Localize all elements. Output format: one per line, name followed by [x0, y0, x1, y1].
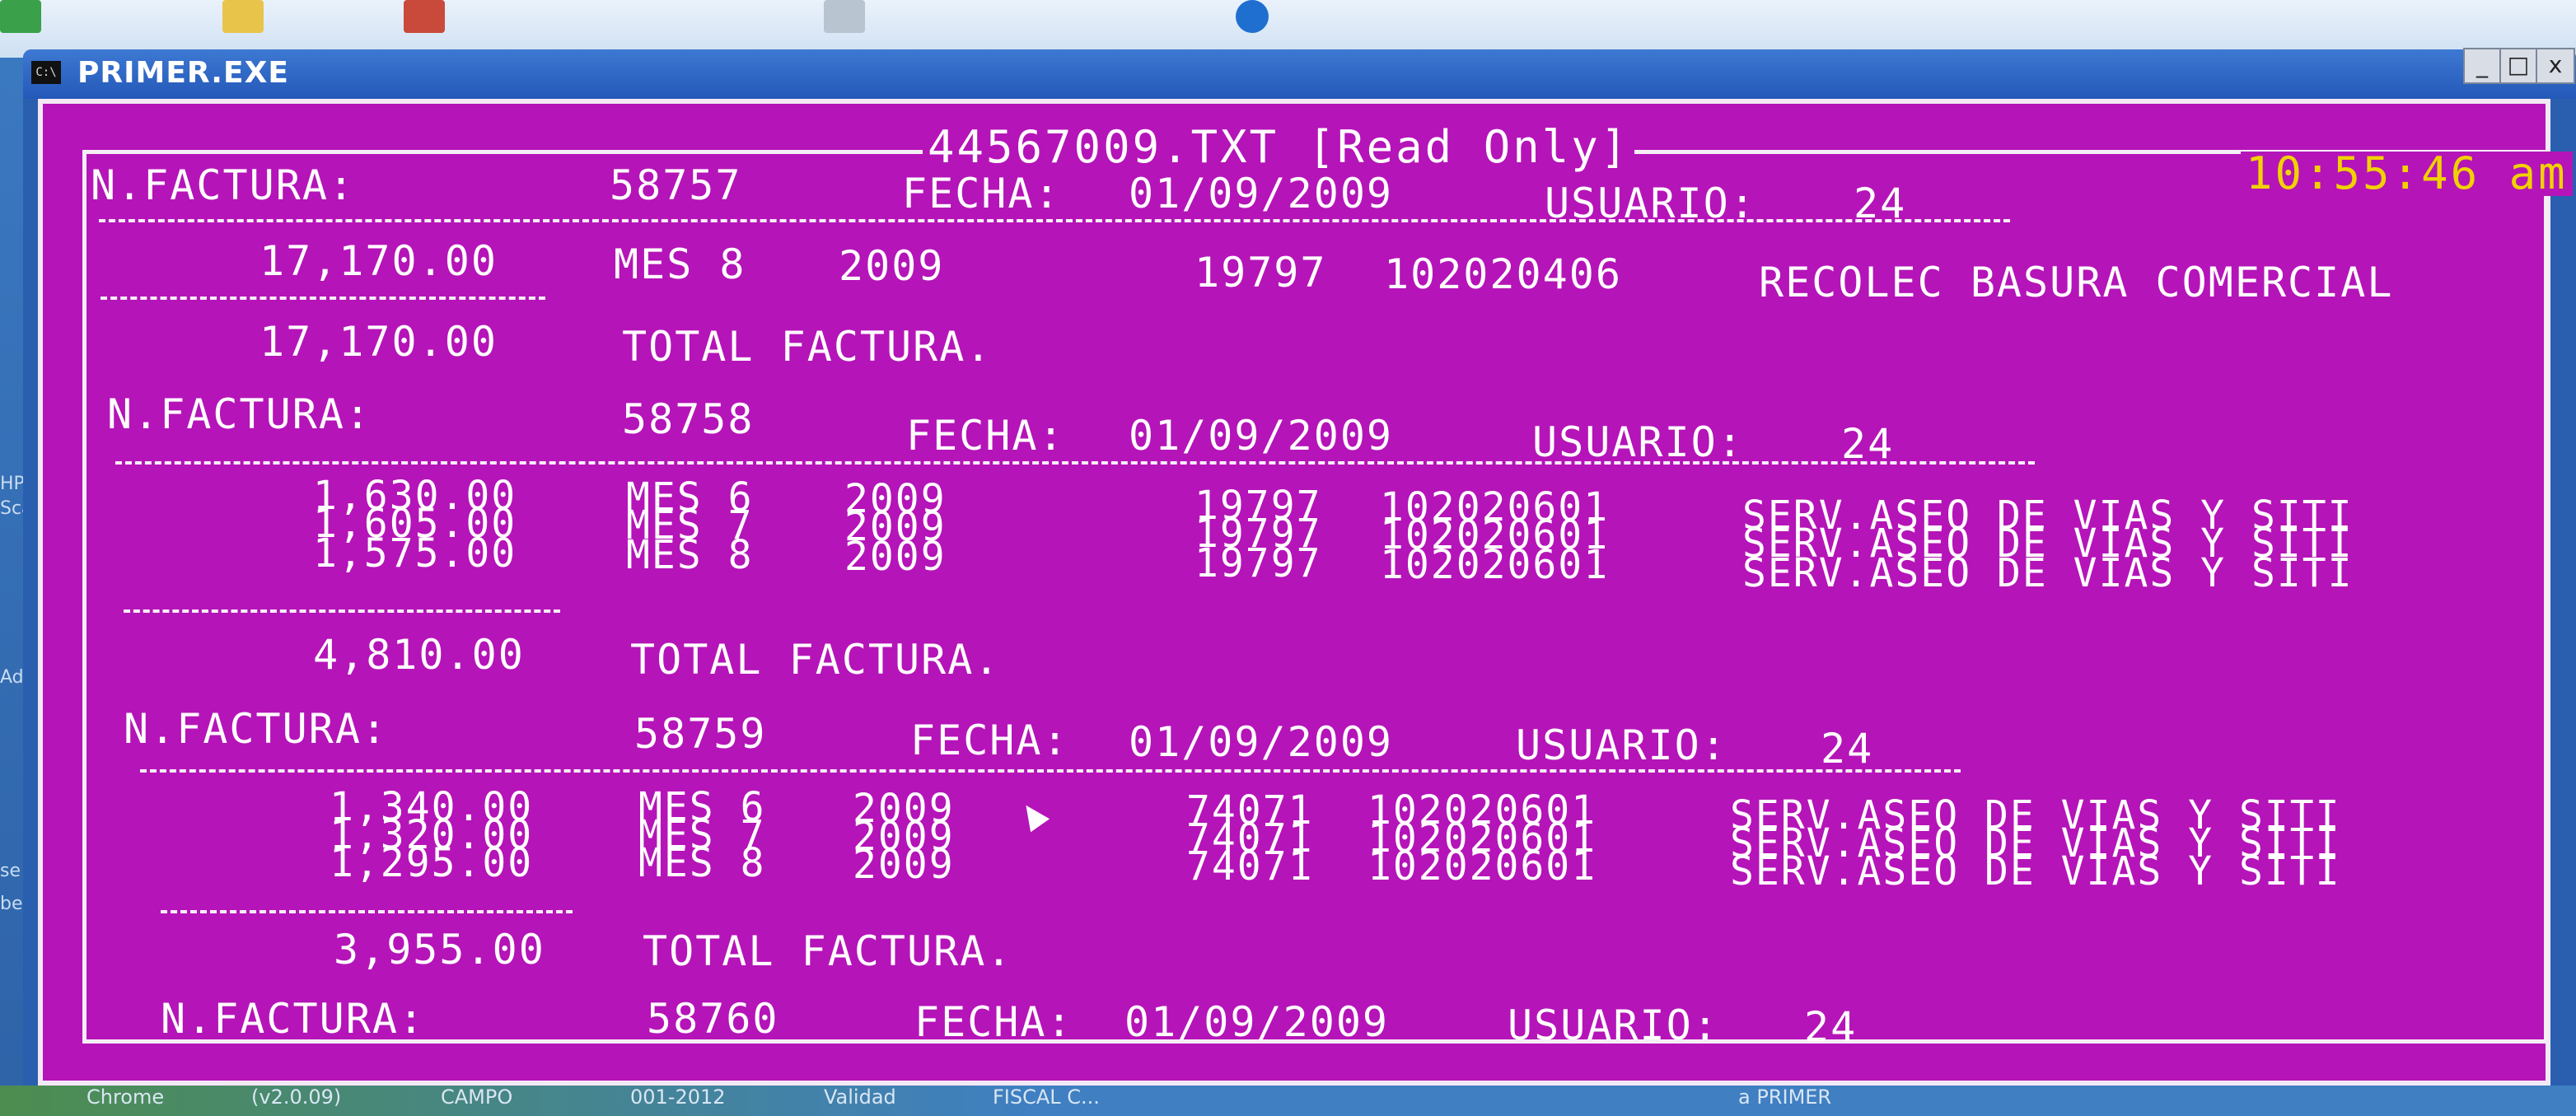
document-icon[interactable]: [824, 0, 865, 33]
teamviewer-icon[interactable]: [1236, 0, 1269, 33]
line-account: 102020601: [1380, 542, 1610, 588]
invoice-label: N.FACTURA:: [91, 161, 356, 209]
frame-left-border: [82, 150, 86, 1039]
invoice-total: 3,955.00: [334, 926, 545, 974]
user-id: 24: [1804, 1003, 1858, 1051]
line-month: MES 8: [626, 532, 754, 578]
minimize-button[interactable]: _: [2463, 48, 2501, 84]
line-description: SERV.ASEO DE VIAS Y SITI: [1730, 848, 2341, 894]
separator: [161, 910, 573, 913]
line-amount: 17,170.00: [259, 237, 498, 285]
date-label: FECHA:: [902, 170, 1061, 217]
window-titlebar[interactable]: C:\ PRIMER.EXE: [23, 49, 2576, 99]
console-app-icon: C:\: [31, 61, 61, 84]
invoice-number: 58758: [622, 395, 755, 443]
user-label: USUARIO:: [1545, 180, 1756, 227]
separator: [140, 769, 1961, 773]
user-id: 24: [1821, 725, 1874, 773]
taskbar-item[interactable]: CAMPO: [441, 1086, 512, 1109]
invoice-number: 58757: [610, 161, 742, 209]
desktop-label: se: [0, 861, 21, 881]
window-title: PRIMER.EXE: [77, 56, 289, 90]
frame-right-border: [2544, 150, 2548, 1039]
line-amount: 1,575.00: [313, 530, 517, 577]
invoice-date: 01/09/2009: [1129, 412, 1394, 460]
taskbar: [0, 1086, 2576, 1116]
separator: [99, 219, 2010, 222]
file-title: 44567009.TXT [Read Only]: [923, 125, 1635, 170]
taskbar-item[interactable]: Validad: [824, 1086, 896, 1109]
date-label: FECHA:: [910, 717, 1069, 764]
total-label: TOTAL FACTURA.: [643, 927, 1013, 975]
line-year: 2009: [844, 534, 947, 580]
line-account: 102020406: [1384, 250, 1622, 298]
taskbar-item[interactable]: (v2.0.09): [251, 1086, 341, 1109]
user-label: USUARIO:: [1508, 1002, 1719, 1049]
invoice-label: N.FACTURA:: [107, 390, 372, 438]
date-label: FECHA:: [906, 412, 1065, 460]
close-button[interactable]: x: [2536, 48, 2575, 84]
invoice-date: 01/09/2009: [1129, 718, 1394, 766]
line-year: 2009: [839, 242, 945, 290]
total-label: TOTAL FACTURA.: [622, 323, 993, 371]
taskbar-item[interactable]: FISCAL C...: [993, 1086, 1100, 1109]
line-account: 102020601: [1367, 843, 1597, 890]
desktop-shortcut-icon[interactable]: [0, 0, 41, 33]
invoice-date: 01/09/2009: [1124, 998, 1390, 1046]
clock: 10:55:46 am: [2241, 152, 2573, 196]
user-id: 24: [1841, 420, 1895, 468]
separator: [124, 609, 560, 613]
line-month: MES 8: [614, 240, 746, 288]
line-description: RECOLEC BASURA COMERCIAL: [1759, 259, 2394, 306]
user-label: USUARIO:: [1516, 721, 1727, 769]
invoice-total: 4,810.00: [313, 631, 525, 679]
invoice-date: 01/09/2009: [1129, 170, 1394, 217]
maximize-button[interactable]: □: [2499, 48, 2537, 84]
invoice-number: 58759: [634, 710, 767, 758]
line-year: 2009: [853, 842, 955, 888]
app-shortcut-icon[interactable]: [404, 0, 445, 33]
invoice-number: 58760: [647, 995, 779, 1043]
separator: [115, 461, 2035, 465]
line-description: SERV.ASEO DE VIAS Y SITI: [1742, 550, 2354, 596]
line-code: 19797: [1194, 540, 1322, 586]
separator: [101, 297, 545, 300]
user-label: USUARIO:: [1532, 418, 1744, 466]
total-label: TOTAL FACTURA.: [630, 636, 1001, 684]
date-label: FECHA:: [914, 998, 1073, 1046]
line-month: MES 8: [638, 840, 766, 886]
invoice-total: 17,170.00: [259, 318, 498, 366]
user-id: 24: [1854, 180, 1907, 227]
desktop-left-edge: [0, 58, 23, 1116]
taskbar-item[interactable]: a PRIMER: [1738, 1086, 1831, 1109]
line-code: 74071: [1186, 843, 1314, 890]
folder-icon[interactable]: [222, 0, 264, 33]
taskbar-item[interactable]: 001-2012: [630, 1086, 726, 1109]
taskbar-item[interactable]: Chrome: [86, 1086, 164, 1109]
invoice-label: N.FACTURA:: [124, 705, 389, 753]
invoice-label: N.FACTURA:: [161, 995, 426, 1043]
desktop-label: HP: [0, 474, 25, 494]
line-amount: 1,295.00: [330, 840, 534, 886]
line-code: 19797: [1194, 249, 1327, 297]
